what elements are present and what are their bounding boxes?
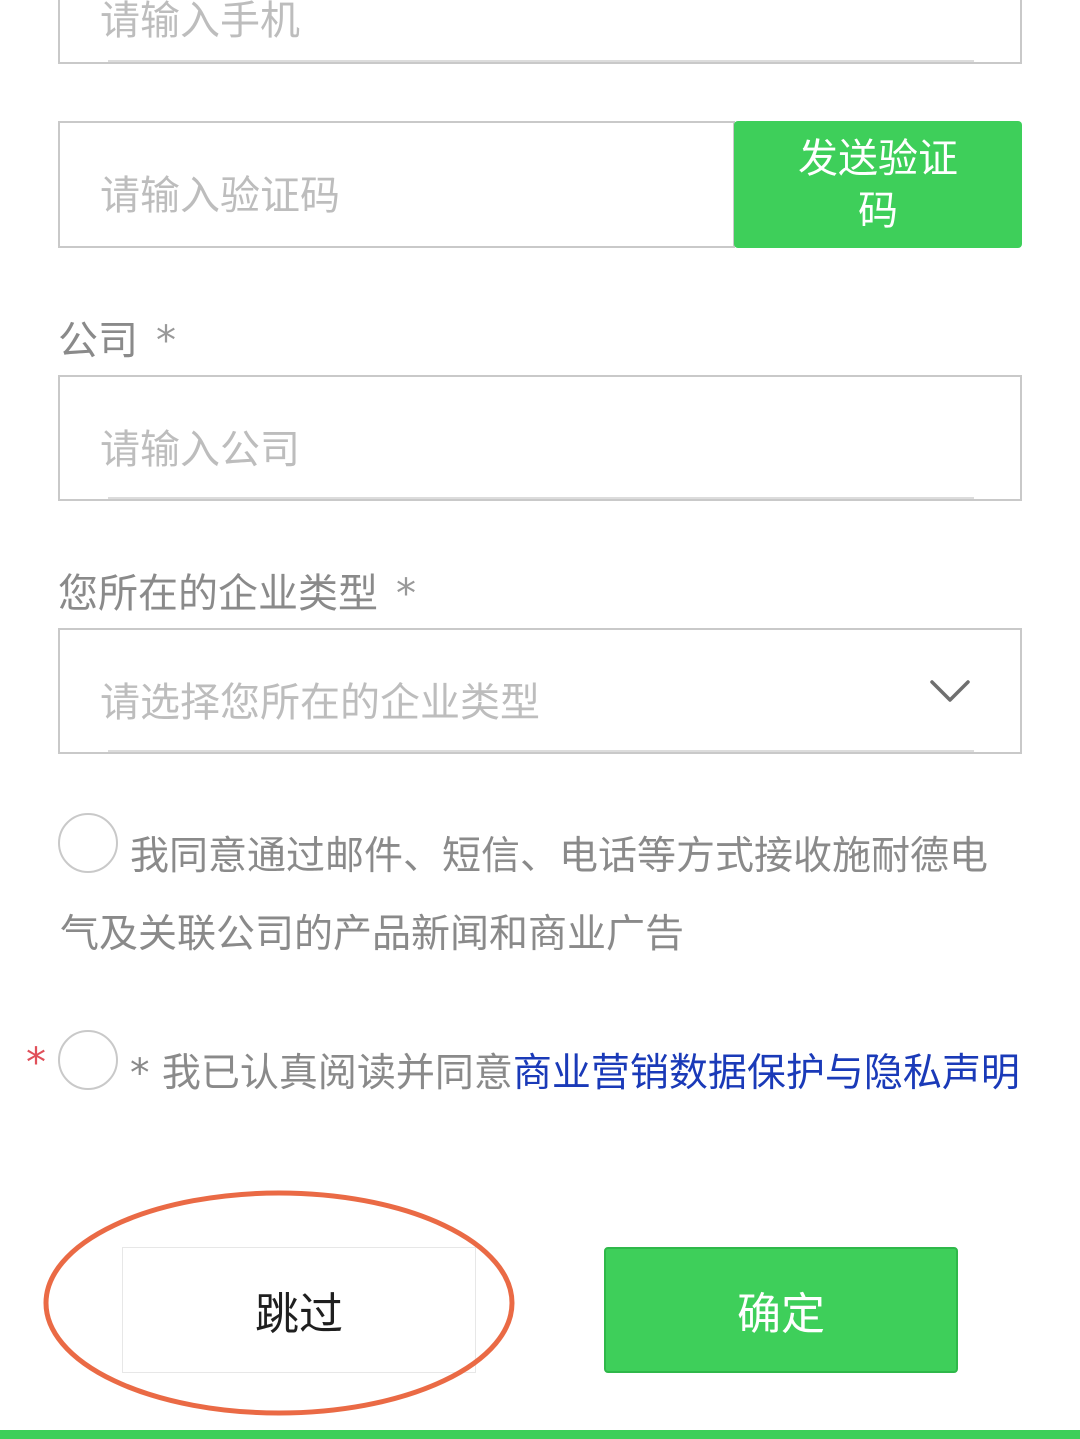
enterprise-type-label-text: 您所在的企业类型 bbox=[58, 571, 378, 617]
privacy-policy-link[interactable]: 商业营销数据保护与隐私声明 bbox=[513, 1051, 1020, 1096]
company-required-mark: * bbox=[156, 318, 176, 364]
phone-input-underline bbox=[108, 60, 974, 62]
enterprise-type-required-mark: * bbox=[396, 571, 416, 617]
company-input-underline bbox=[108, 497, 974, 499]
confirm-button[interactable]: 确定 bbox=[604, 1247, 958, 1373]
phone-input-placeholder: 请输入手机 bbox=[100, 0, 300, 44]
verification-code-input[interactable]: 请输入验证码 bbox=[58, 121, 735, 248]
marketing-consent-text: 我同意通过邮件、短信、电话等方式接收施耐德电气及关联公司的产品新闻和商业广告 bbox=[60, 818, 1020, 974]
phone-input[interactable]: 请输入手机 bbox=[58, 0, 1022, 64]
send-verification-code-button[interactable]: 发送验证码 bbox=[734, 121, 1022, 248]
privacy-consent-prefix: * 我已认真阅读并同意 bbox=[130, 1051, 513, 1096]
bottom-accent-bar bbox=[0, 1430, 1080, 1439]
chevron-down-icon bbox=[928, 676, 972, 704]
annotation-circle bbox=[43, 1190, 515, 1416]
company-label-text: 公司 bbox=[58, 318, 138, 364]
enterprise-type-underline bbox=[108, 750, 974, 752]
enterprise-type-select[interactable]: 请选择您所在的企业类型 bbox=[58, 628, 1022, 754]
enterprise-type-placeholder: 请选择您所在的企业类型 bbox=[100, 680, 540, 726]
marketing-consent-label: 我同意通过邮件、短信、电话等方式接收施耐德电气及关联公司的产品新闻和商业广告 bbox=[60, 834, 989, 957]
confirm-button-label: 确定 bbox=[737, 1289, 825, 1340]
privacy-required-mark: * bbox=[26, 1040, 46, 1086]
privacy-consent-text: * 我已认真阅读并同意商业营销数据保护与隐私声明 bbox=[60, 1035, 1020, 1113]
company-input-placeholder: 请输入公司 bbox=[100, 427, 300, 473]
company-input[interactable]: 请输入公司 bbox=[58, 375, 1022, 501]
company-label: 公司 * bbox=[58, 308, 176, 366]
enterprise-type-label: 您所在的企业类型 * bbox=[58, 561, 416, 619]
verification-code-placeholder: 请输入验证码 bbox=[100, 173, 340, 219]
send-verification-code-label: 发送验证码 bbox=[798, 135, 958, 234]
